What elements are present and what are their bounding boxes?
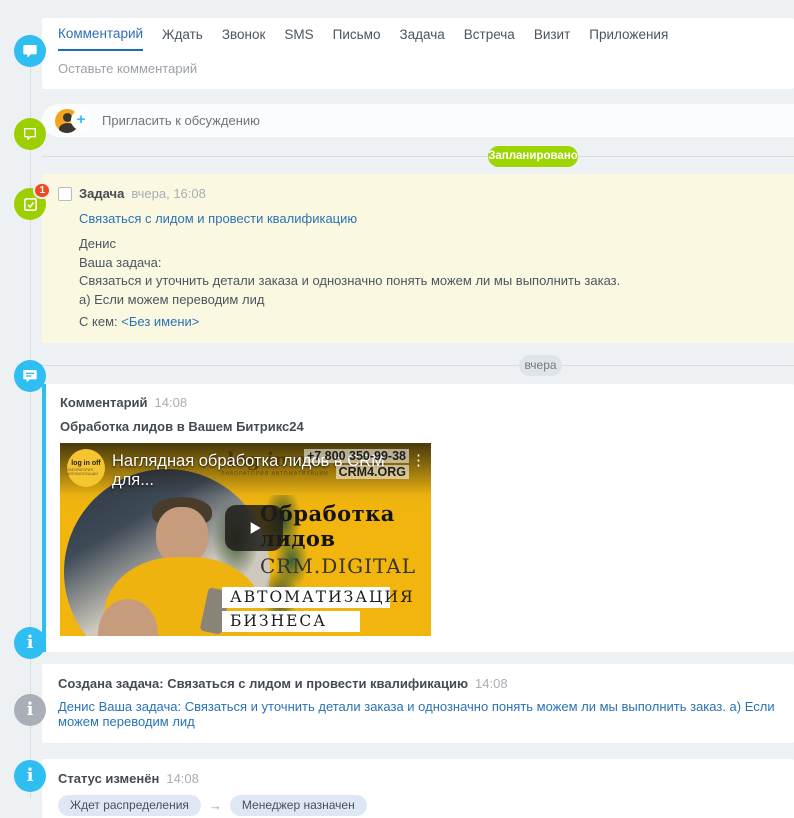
task-created-title: Создана задача: Связаться с лидом и пров… (58, 676, 469, 691)
task-check-icon: 1 (14, 182, 51, 220)
play-icon (250, 522, 261, 534)
site-url: CRM4.ORG (335, 465, 409, 479)
task-created-card: Создана задача: Связаться с лидом и пров… (42, 664, 794, 743)
activity-composer-card: Комментарий Ждать Звонок SMS Письмо Зада… (42, 18, 794, 89)
tab-email[interactable]: Письмо (333, 18, 381, 51)
comment-lines-icon (14, 360, 46, 392)
info-icon: i (14, 760, 46, 792)
tab-sms[interactable]: SMS (284, 18, 313, 51)
tab-meeting[interactable]: Встреча (464, 18, 515, 51)
task-with-label: С кем: (79, 314, 118, 329)
planned-divider: Запланировано (42, 146, 794, 167)
task-title-link[interactable]: Связаться с лидом и провести квалификаци… (79, 211, 357, 226)
task-counter-badge: 1 (33, 182, 51, 199)
task-created-time: 14:08 (475, 676, 508, 691)
task-time: вчера, 16:08 (131, 186, 206, 201)
planned-badge: Запланировано (488, 146, 578, 167)
add-user-icon: + (71, 109, 91, 130)
play-button[interactable] (225, 505, 283, 551)
task-description: Денис Ваша задача: Связаться и уточнить … (79, 236, 621, 307)
status-changed-time: 14:08 (166, 771, 199, 786)
timeline-rail (30, 51, 31, 798)
video-thumbnail[interactable]: log in off ЛАБОРАТОРИЯ АВТОМАТИЗАЦИИ log… (60, 443, 431, 636)
comment-title: Обработка лидов в Вашем Битрикс24 (60, 419, 304, 434)
video-banner: АВТОМАТИЗАЦИЯ БИЗНЕСА (222, 587, 413, 632)
comment-card: Комментарий 14:08 Обработка лидов в Ваше… (42, 384, 794, 652)
phone-number: +7 800 350-99-38 (303, 449, 409, 463)
tab-comment[interactable]: Комментарий (58, 18, 144, 51)
channel-logo: log in off ЛАБОРАТОРИЯ АВТОМАТИЗАЦИИ (67, 449, 105, 487)
chat-outline-icon (14, 118, 46, 150)
day-divider: вчера (42, 355, 794, 376)
tab-apps[interactable]: Приложения (589, 18, 668, 51)
task-checkbox[interactable] (58, 186, 72, 201)
status-changed-title: Статус изменён (58, 771, 160, 786)
comment-type-label: Комментарий (60, 395, 148, 410)
task-contact-link[interactable]: <Без имени> (121, 314, 199, 329)
tab-visit[interactable]: Визит (534, 18, 570, 51)
status-changed-card: Статус изменён 14:08 Ждет распределения … (42, 759, 794, 818)
tab-task[interactable]: Задача (399, 18, 444, 51)
invite-to-discussion[interactable]: + Пригласить к обсуждению (42, 104, 794, 137)
task-type-label: Задача (79, 186, 125, 201)
task-card: Задача вчера, 16:08 Связаться с лидом и … (42, 174, 794, 343)
info-icon: i (14, 627, 46, 659)
tab-call[interactable]: Звонок (222, 18, 266, 51)
tab-wait[interactable]: Ждать (162, 18, 203, 51)
arrow-right-icon: → (208, 798, 222, 813)
avatar: + (55, 108, 93, 133)
task-created-link[interactable]: Денис Ваша задача: Связаться и уточнить … (58, 699, 778, 729)
status-from-badge: Ждет распределения (58, 795, 201, 816)
day-badge: вчера (519, 355, 562, 376)
comment-input[interactable]: Оставьте комментарий (42, 51, 794, 89)
activity-tabs: Комментарий Ждать Звонок SMS Письмо Зада… (42, 18, 794, 51)
video-menu-icon[interactable]: ⋮ (411, 451, 426, 469)
comment-bubble-icon (14, 35, 46, 67)
video-caption: Обработка лидов CRM.DIGITAL (260, 501, 416, 578)
invite-label: Пригласить к обсуждению (102, 113, 260, 128)
status-to-badge: Менеджер назначен (229, 795, 367, 816)
video-contact-info: +7 800 350-99-38 CRM4.ORG (303, 448, 409, 480)
info-icon: i (14, 694, 46, 726)
comment-time: 14:08 (154, 395, 188, 410)
